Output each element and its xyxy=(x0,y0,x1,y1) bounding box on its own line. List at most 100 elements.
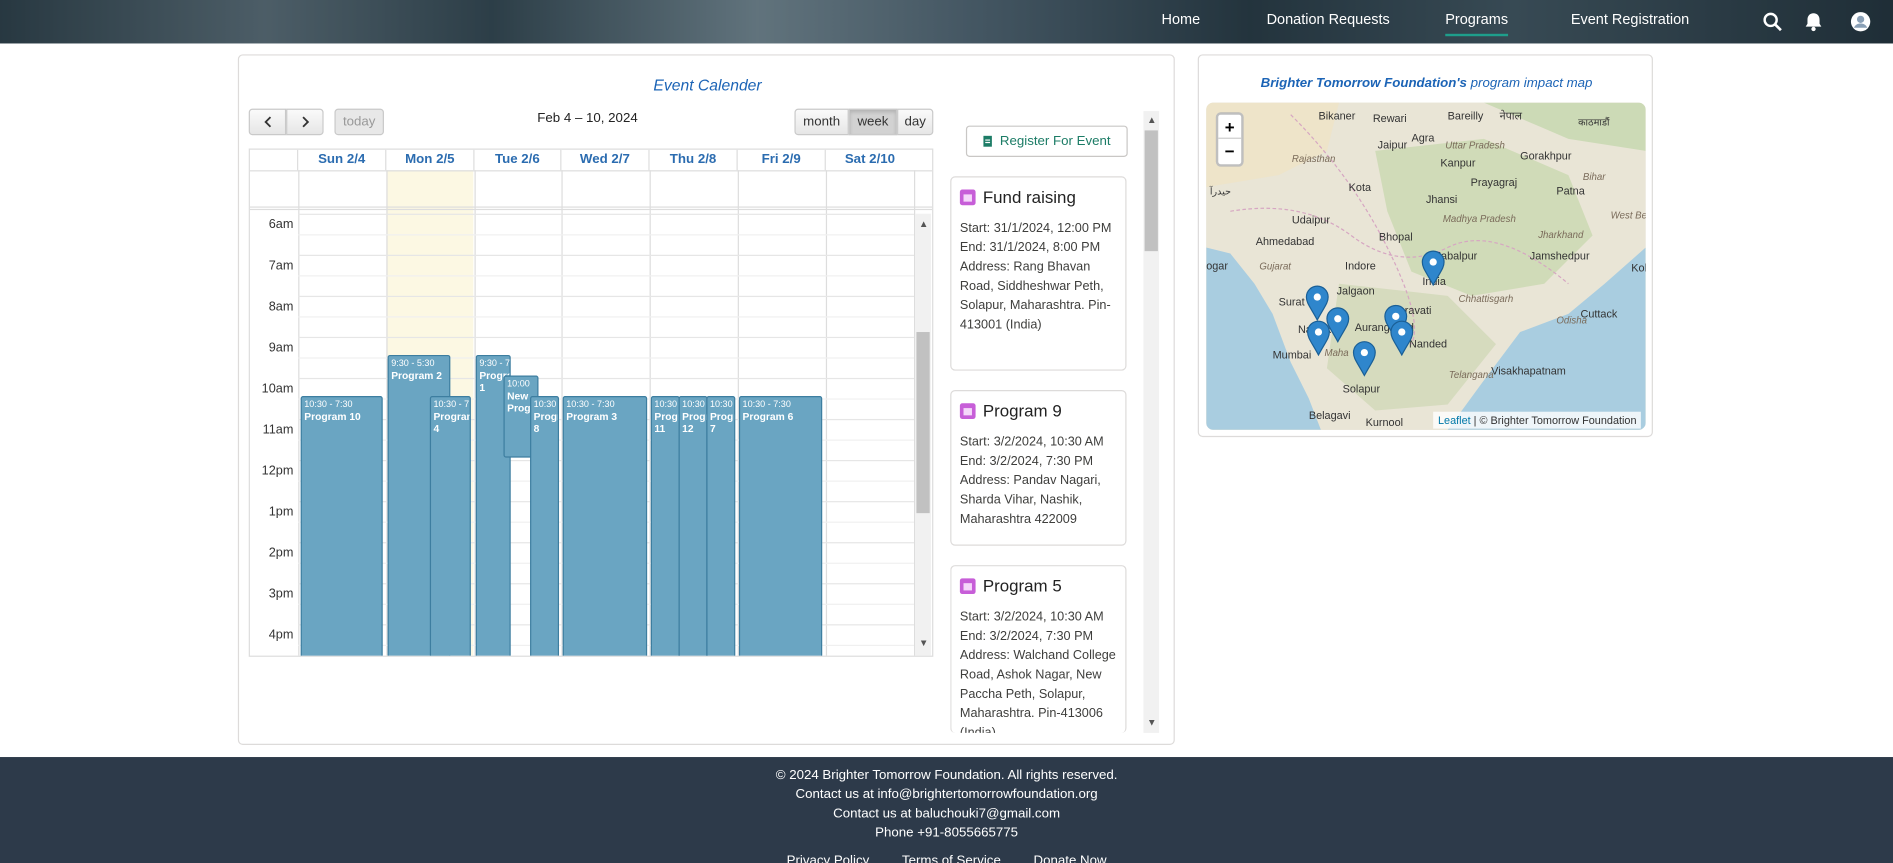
map-label: Jamshedpur xyxy=(1529,249,1590,263)
map-label: काठमाडौं xyxy=(1578,117,1610,128)
time-grid-scrollbar[interactable] xyxy=(915,213,931,656)
time-label: 11am xyxy=(262,422,294,438)
map-marker-icon[interactable] xyxy=(1421,250,1445,287)
day-header: Sun 2/4 xyxy=(298,149,387,171)
calendar-title: Event Calender xyxy=(653,76,762,95)
map-label: Rajasthan xyxy=(1291,153,1336,165)
map-attribution: Leaflet | © Brighter Tomorrow Foundation xyxy=(1433,411,1642,429)
event-address: Address: Walchand College Road, Ashok Na… xyxy=(959,648,1116,733)
bell-icon[interactable] xyxy=(1803,11,1825,33)
map-label: Prayagraj xyxy=(1470,176,1518,189)
event-time: 9:30 - 7 xyxy=(479,357,511,369)
event-title: Program 10 xyxy=(304,410,361,423)
day-header: Sat 2/10 xyxy=(844,152,896,167)
map-label: Belagavi xyxy=(1308,409,1351,422)
scrollbar-thumb[interactable] xyxy=(916,332,930,514)
search-icon[interactable] xyxy=(1762,11,1784,33)
date-range-label: Feb 4 – 10, 2024 xyxy=(537,111,638,126)
event-time: 10:30 - 7:30 xyxy=(742,398,791,410)
map-label: Bihar xyxy=(1582,171,1606,183)
map-label: Kurnool xyxy=(1365,416,1404,429)
event-list-scrollbar[interactable] xyxy=(1143,111,1160,733)
map-marker-icon[interactable] xyxy=(1306,320,1330,357)
calendar-icon xyxy=(959,577,976,594)
footer-phone: Phone +91-8055665775 xyxy=(875,825,1019,841)
event-card[interactable]: Fund raising Start: 31/1/2024, 12:00 PM … xyxy=(950,176,1127,371)
privacy-policy-link[interactable]: Privacy Policy xyxy=(787,854,870,863)
map-label: حیدرآ xyxy=(1209,185,1232,197)
nav-donation-requests[interactable]: Donation Requests xyxy=(1267,11,1390,28)
donate-now-link[interactable]: Donate Now xyxy=(1034,854,1107,863)
register-for-event-label: Register For Event xyxy=(999,134,1111,149)
map-marker-icon[interactable] xyxy=(1390,320,1414,357)
time-label: 4pm xyxy=(268,627,294,643)
map-label: Nanded xyxy=(1409,338,1448,351)
map-marker-icon[interactable] xyxy=(1352,340,1376,377)
event-card[interactable]: Program 5 Start: 3/2/2024, 10:30 AM End:… xyxy=(950,565,1127,733)
zoom-out-button[interactable]: − xyxy=(1218,139,1241,163)
day-header: Tue 2/6 xyxy=(475,149,562,171)
calendar-event[interactable]: 10:30 - 7: Program 4 xyxy=(429,396,471,656)
map-label: Kanpur xyxy=(1440,156,1476,170)
calendar-event[interactable]: 10:30 - 7:30 Program 3 xyxy=(562,396,648,656)
all-day-row[interactable] xyxy=(249,170,933,211)
event-end: End: 31/1/2024, 8:00 PM xyxy=(959,240,1101,255)
month-view-button[interactable]: month xyxy=(794,108,849,136)
event-time: 10:30 - 7:30 xyxy=(566,398,615,410)
calendar-event[interactable]: 10:30 Program 11 xyxy=(650,396,680,656)
map-label: Visakhapatnam xyxy=(1491,364,1566,377)
footer-contact-email: Contact us at info@brightertomorrowfound… xyxy=(795,787,1098,802)
calendar-event[interactable]: 10:30 Program 7 xyxy=(706,396,736,656)
map-zoom-control: + − xyxy=(1215,112,1244,167)
footer: © 2024 Brighter Tomorrow Foundation. All… xyxy=(0,757,1893,863)
scroll-down-arrow[interactable]: ▼ xyxy=(919,638,929,649)
user-avatar-icon[interactable] xyxy=(1850,11,1872,33)
calendar-event[interactable]: 10:30 - 7:30 Program 10 xyxy=(300,396,383,656)
week-view-button[interactable]: week xyxy=(848,108,898,136)
terms-of-service-link[interactable]: Terms of Service xyxy=(902,854,1001,863)
nav-event-registration[interactable]: Event Registration xyxy=(1571,11,1689,28)
map-label: Jharkhand xyxy=(1538,229,1584,241)
leaflet-link[interactable]: Leaflet xyxy=(1438,414,1471,426)
map-label: ogar xyxy=(1206,259,1228,272)
prev-week-button[interactable] xyxy=(248,108,287,136)
nav-home[interactable]: Home xyxy=(1162,11,1201,28)
next-week-button[interactable] xyxy=(286,108,324,136)
footer-contact-email-2: Contact us at baluchouki7@gmail.com xyxy=(833,806,1061,822)
calendar-event[interactable]: 10:30 Program 12 xyxy=(678,396,708,656)
scrollbar-thumb[interactable] xyxy=(1144,130,1158,252)
today-button[interactable]: today xyxy=(334,108,384,136)
event-title: Program 4 xyxy=(433,410,469,435)
time-label: 8am xyxy=(268,299,294,314)
scroll-down-arrow[interactable]: ▼ xyxy=(1147,717,1157,728)
footer-links: Privacy Policy Terms of Service Donate N… xyxy=(0,854,1893,863)
calendar-icon xyxy=(959,188,976,205)
event-card[interactable]: Program 9 Start: 3/2/2024, 10:30 AM End:… xyxy=(950,389,1127,546)
calendar-event[interactable]: 10:30 Program 8 xyxy=(530,396,560,656)
day-header: Fri 2/9 xyxy=(738,149,826,171)
scroll-up-arrow[interactable]: ▲ xyxy=(919,219,929,230)
register-for-event-button[interactable]: Register For Event xyxy=(965,125,1128,157)
map-label: Telangana xyxy=(1448,369,1494,381)
event-card-title: Program 9 xyxy=(982,400,1062,421)
calendar-event[interactable]: 10:30 - 7:30 Program 6 xyxy=(738,396,823,656)
map-label: Uttar Pradesh xyxy=(1445,140,1505,151)
time-label: 1pm xyxy=(268,504,294,520)
day-view-button[interactable]: day xyxy=(897,108,934,136)
map-label: Jhansi xyxy=(1425,193,1458,206)
event-address: Address: Pandav Nagari, Sharda Vihar, Na… xyxy=(959,473,1101,527)
map-label: Agra xyxy=(1411,131,1435,144)
map-label: Chhattisgarh xyxy=(1458,293,1514,305)
nav-programs[interactable]: Programs xyxy=(1445,11,1509,37)
time-label: 12pm xyxy=(261,463,294,479)
map-label: Udaipur xyxy=(1291,213,1330,226)
scroll-up-arrow[interactable]: ▲ xyxy=(1147,115,1157,126)
event-card-title: Fund raising xyxy=(982,187,1076,207)
zoom-in-button[interactable]: + xyxy=(1218,115,1242,139)
map-label: Kota xyxy=(1348,181,1372,194)
event-end: End: 3/2/2024, 7:30 PM xyxy=(959,453,1094,469)
event-title: Program 11 xyxy=(654,410,678,435)
event-time: 10:30 xyxy=(533,398,557,410)
map-label: Bhopal xyxy=(1378,230,1413,243)
gutter-header xyxy=(250,149,299,171)
